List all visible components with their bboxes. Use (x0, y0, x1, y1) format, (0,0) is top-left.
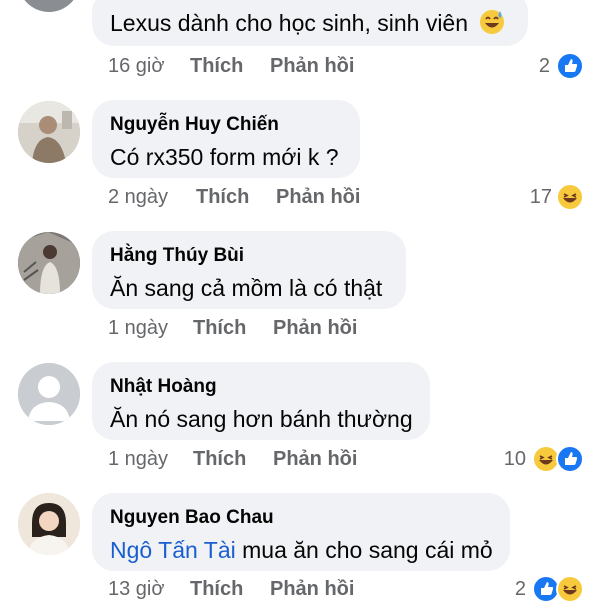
like-reaction-icon[interactable] (556, 445, 584, 473)
haha-reaction-icon[interactable] (556, 183, 584, 211)
like-button[interactable]: Thích (193, 317, 246, 340)
comment-text: Có rx350 form mới k ? (110, 144, 339, 170)
comment-time[interactable]: 13 giờ (108, 578, 164, 601)
reaction-count[interactable]: 17 (512, 186, 552, 209)
mention-link[interactable]: Ngô Tấn Tài (110, 537, 236, 563)
comment-text: Lexus dành cho học sinh, sinh viên (110, 8, 506, 37)
reply-button[interactable]: Phản hồi (276, 186, 360, 209)
comment-bubble: Nhật Hoàng Ăn nó sang hơn bánh thường (92, 362, 430, 440)
comment-time[interactable]: 16 giờ (108, 55, 164, 78)
avatar[interactable] (18, 0, 80, 12)
comment-text: Ăn nó sang hơn bánh thường (110, 406, 413, 432)
avatar[interactable] (18, 363, 80, 425)
reaction-count[interactable]: 10 (492, 448, 526, 471)
comment-time[interactable]: 1 ngày (108, 448, 168, 471)
reply-button[interactable]: Phản hồi (273, 448, 357, 471)
haha-reaction-icon[interactable] (556, 575, 584, 603)
reply-button[interactable]: Phản hồi (270, 578, 354, 601)
author-name[interactable]: Nhật Hoàng (110, 376, 217, 398)
comment-text: Ăn sang cả mồm là có thật (110, 275, 383, 301)
comment-time[interactable]: 2 ngày (108, 186, 168, 209)
avatar[interactable] (18, 232, 80, 294)
comment-bubble: Nguyen Bao Chau Ngô Tấn Tài mua ăn cho s… (92, 493, 510, 571)
author-name[interactable]: Hằng Thúy Bùi (110, 245, 244, 267)
author-name[interactable]: Nguyễn Huy Chiến (110, 114, 279, 136)
comment-bubble: Hằng Thúy Bùi Ăn sang cả mồm là có thật (92, 231, 406, 309)
comment-bubble: Lexus dành cho học sinh, sinh viên (92, 0, 528, 46)
like-button[interactable]: Thích (196, 186, 249, 209)
comment-bubble: Nguyễn Huy Chiến Có rx350 form mới k ? (92, 100, 360, 178)
like-reaction-icon[interactable] (556, 52, 584, 80)
like-button[interactable]: Thích (190, 578, 243, 601)
reply-button[interactable]: Phản hồi (273, 317, 357, 340)
reaction-count[interactable]: 2 (520, 55, 550, 78)
avatar[interactable] (18, 101, 80, 163)
comment-text: Ngô Tấn Tài mua ăn cho sang cái mỏ (110, 537, 493, 564)
sweat-smile-emoji-icon (478, 8, 506, 36)
avatar[interactable] (18, 493, 80, 555)
author-name[interactable]: Nguyen Bao Chau (110, 507, 274, 529)
reaction-count[interactable]: 2 (498, 578, 526, 601)
comment-text-body: mua ăn cho sang cái mỏ (242, 537, 493, 563)
reply-button[interactable]: Phản hồi (270, 55, 354, 78)
like-button[interactable]: Thích (190, 55, 243, 78)
comment-time[interactable]: 1 ngày (108, 317, 168, 340)
like-button[interactable]: Thích (193, 448, 246, 471)
